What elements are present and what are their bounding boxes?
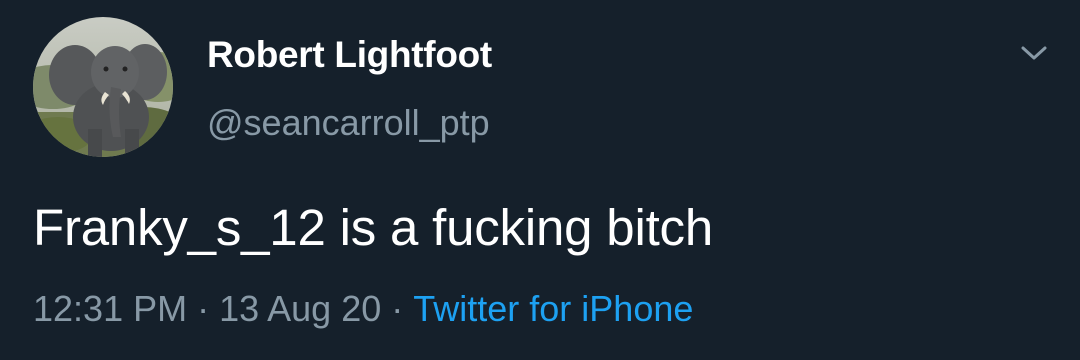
tweet-text: Franky_s_12 is a fucking bitch [33, 199, 714, 256]
tweet-card: Robert Lightfoot @seancarroll_ptp Franky… [0, 0, 1080, 360]
tweet-date[interactable]: 13 Aug 20 [219, 288, 381, 329]
user-handle[interactable]: @seancarroll_ptp [207, 102, 490, 144]
meta-separator: · [197, 288, 210, 329]
meta-separator: · [391, 288, 404, 329]
chevron-down-icon [1021, 46, 1047, 60]
elephant-avatar-icon [33, 17, 173, 157]
tweet-menu-button[interactable] [1014, 36, 1054, 70]
user-avatar[interactable] [33, 17, 173, 157]
tweet-metadata: 12:31 PM · 13 Aug 20 · Twitter for iPhone [33, 288, 693, 330]
tweet-source-link[interactable]: Twitter for iPhone [413, 288, 693, 329]
tweet-time[interactable]: 12:31 PM [33, 288, 187, 329]
display-name[interactable]: Robert Lightfoot [207, 34, 492, 76]
